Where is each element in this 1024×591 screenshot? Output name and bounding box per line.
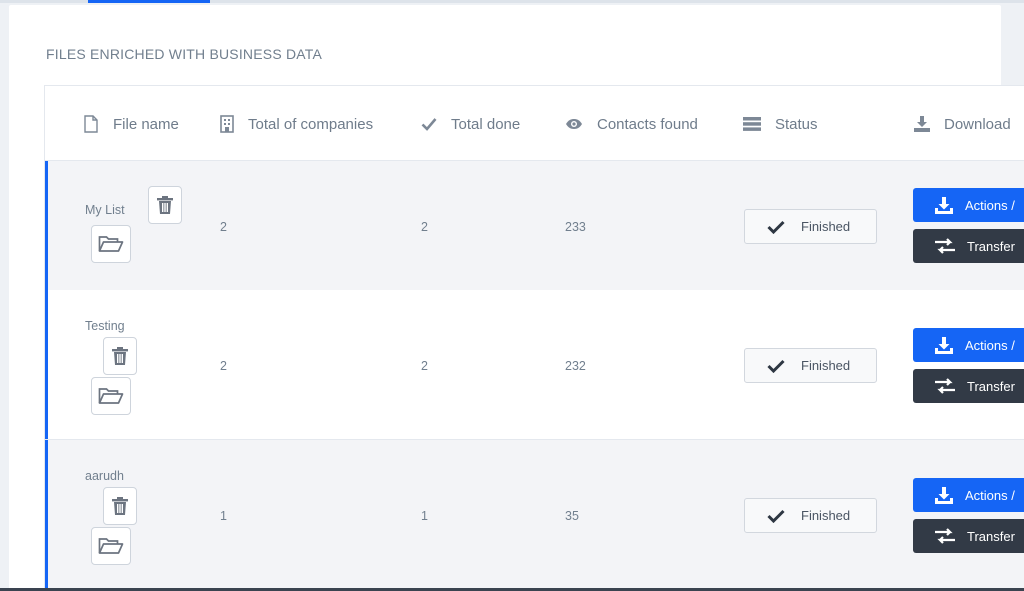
status-badge[interactable]: Finished: [744, 209, 877, 244]
column-header-contacts-found[interactable]: Contacts found: [565, 113, 698, 135]
check-icon: [767, 220, 785, 234]
active-tab-indicator[interactable]: [88, 0, 210, 3]
actions-label: Actions /: [965, 337, 1015, 353]
status-label: Finished: [801, 219, 851, 234]
total-done: 2: [421, 359, 428, 373]
open-folder-button[interactable]: [91, 377, 131, 415]
transfer-label: Transfer: [967, 528, 1015, 544]
contacts-found: 35: [565, 509, 579, 523]
check-icon: [767, 359, 785, 373]
total-companies: 2: [220, 359, 227, 373]
open-folder-button[interactable]: [91, 527, 131, 565]
section-title: Files enriched with business data: [46, 46, 323, 62]
check-icon: [421, 118, 437, 131]
table-row: My List 2 2 233 Finished Actions / Trans…: [45, 161, 1024, 311]
exchange-icon: [935, 378, 955, 394]
row-accent-bar: [45, 290, 48, 439]
contacts-found: 232: [565, 359, 586, 373]
folder-open-icon: [98, 538, 124, 554]
column-label: Download: [944, 115, 1011, 133]
column-label: Total done: [451, 115, 521, 133]
download-icon: [935, 336, 953, 354]
actions-button[interactable]: Actions /: [913, 188, 1024, 222]
delete-button[interactable]: [148, 186, 182, 224]
column-label: Total of companies: [248, 115, 374, 133]
status-label: Finished: [801, 358, 851, 373]
transfer-button[interactable]: Transfer: [913, 369, 1024, 403]
download-icon: [935, 196, 953, 214]
download-icon: [935, 486, 953, 504]
exchange-icon: [935, 528, 955, 544]
status-badge[interactable]: Finished: [744, 348, 877, 383]
file-name: Testing: [85, 319, 125, 333]
column-header-download[interactable]: Download: [914, 113, 1011, 135]
total-companies: 1: [220, 509, 227, 523]
transfer-button[interactable]: Transfer: [913, 229, 1024, 263]
column-label: Contacts found: [597, 115, 698, 133]
folder-open-icon: [98, 236, 124, 252]
delete-button[interactable]: [103, 337, 137, 375]
transfer-label: Transfer: [967, 378, 1015, 394]
column-header-total-companies[interactable]: Total of companies: [220, 113, 373, 135]
total-done: 2: [421, 220, 428, 234]
table-row: Testing 2 2 232 Finished Actions / Trans…: [45, 290, 1024, 440]
transfer-label: Transfer: [967, 238, 1015, 254]
actions-label: Actions /: [965, 197, 1015, 213]
column-header-total-done[interactable]: Total done: [421, 113, 520, 135]
column-header-file-name[interactable]: File name: [83, 113, 179, 135]
files-table: File name Total of companies Total done …: [44, 85, 1024, 591]
check-icon: [767, 509, 785, 523]
building-icon: [220, 115, 234, 133]
actions-button[interactable]: Actions /: [913, 328, 1024, 362]
table-header: File name Total of companies Total done …: [45, 86, 1024, 161]
table-row: aarudh 1 1 35 Finished Actions / Transfe…: [45, 440, 1024, 590]
server-icon: [743, 117, 761, 131]
eye-icon: [566, 119, 582, 129]
trash-icon: [157, 196, 173, 214]
open-folder-button[interactable]: [91, 225, 131, 263]
row-accent-bar: [45, 161, 48, 310]
delete-button[interactable]: [103, 487, 137, 525]
file-name: My List: [85, 203, 125, 217]
trash-icon: [112, 347, 128, 365]
row-accent-bar: [45, 440, 48, 589]
actions-button[interactable]: Actions /: [913, 478, 1024, 512]
actions-label: Actions /: [965, 487, 1015, 503]
column-header-status[interactable]: Status: [743, 113, 818, 135]
column-label: File name: [113, 115, 179, 133]
download-icon: [914, 116, 930, 132]
contacts-found: 233: [565, 220, 586, 234]
column-label: Status: [775, 115, 818, 133]
trash-icon: [112, 497, 128, 515]
folder-open-icon: [98, 388, 124, 404]
file-name: aarudh: [85, 469, 124, 483]
total-done: 1: [421, 509, 428, 523]
file-icon: [84, 115, 98, 133]
status-badge[interactable]: Finished: [744, 498, 877, 533]
status-label: Finished: [801, 508, 851, 523]
exchange-icon: [935, 238, 955, 254]
transfer-button[interactable]: Transfer: [913, 519, 1024, 553]
total-companies: 2: [220, 220, 227, 234]
